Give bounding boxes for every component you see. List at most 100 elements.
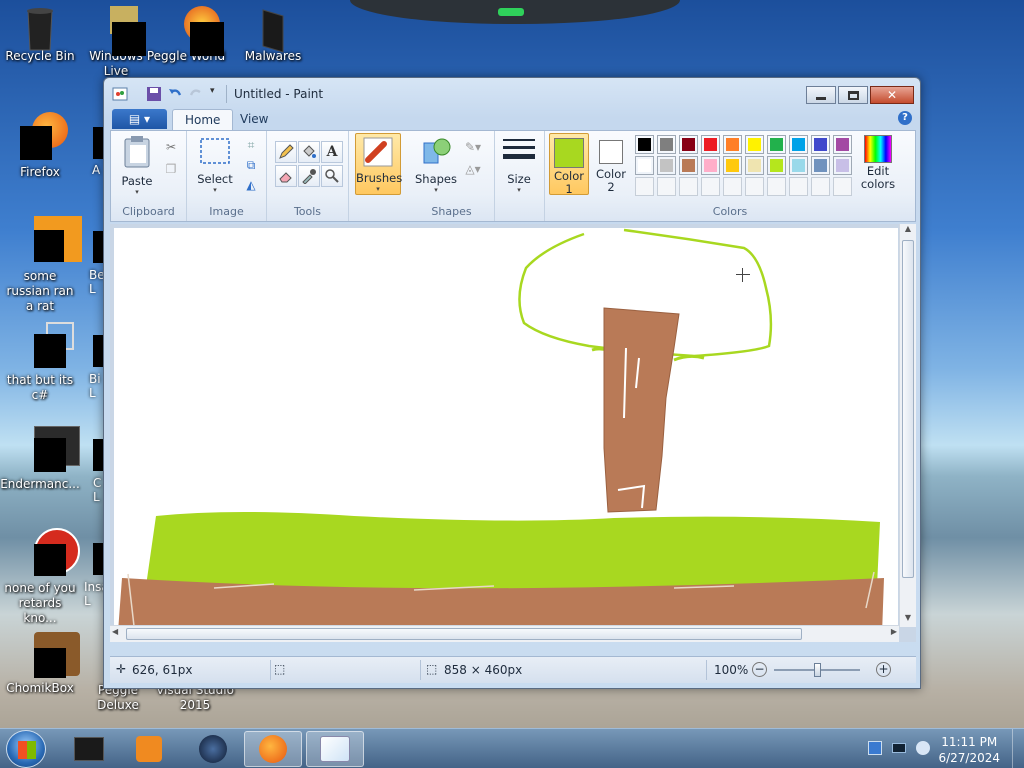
start-button[interactable] — [6, 730, 46, 768]
close-button[interactable]: ✕ — [870, 86, 914, 104]
select-button[interactable]: Select ▾ — [193, 135, 237, 194]
palette-swatch[interactable] — [635, 135, 654, 154]
taskbar-item-firefox[interactable] — [244, 731, 302, 767]
tray-icon[interactable] — [868, 741, 882, 755]
canvas-area[interactable]: ▲ ▼ ◀ ▶ — [110, 224, 916, 642]
maximize-button[interactable] — [838, 86, 868, 104]
vertical-scrollbar[interactable]: ▲ ▼ — [899, 224, 916, 627]
zoom-in-button[interactable]: + — [876, 662, 891, 677]
palette-swatch[interactable] — [745, 156, 764, 175]
text-icon[interactable]: A — [321, 141, 343, 163]
eraser-icon[interactable] — [275, 165, 297, 187]
palette-swatch[interactable] — [701, 156, 720, 175]
palette-swatch[interactable] — [833, 156, 852, 175]
taskbar-item-media-player[interactable] — [120, 731, 178, 767]
brushes-button[interactable]: Brushes ▾ — [355, 133, 402, 195]
desktop-icon-peggle-world[interactable]: Peggle World — [146, 6, 226, 64]
scroll-down-icon[interactable]: ▼ — [900, 613, 916, 627]
taskbar-item-paint[interactable] — [306, 731, 364, 767]
desktop-icon-firefox[interactable]: Firefox — [0, 112, 80, 180]
custom-color-slot[interactable] — [833, 177, 852, 196]
desktop-icon-windows-live[interactable]: Windows Live — [76, 6, 156, 79]
minimize-button[interactable] — [806, 86, 836, 104]
custom-color-slot[interactable] — [679, 177, 698, 196]
custom-color-slot[interactable] — [767, 177, 786, 196]
rotate-icon[interactable]: ◭ — [241, 175, 261, 195]
tab-view[interactable]: View — [228, 109, 280, 130]
taskbar-item-app[interactable] — [184, 731, 242, 767]
palette-swatch[interactable] — [723, 135, 742, 154]
palette-swatch[interactable] — [811, 135, 830, 154]
vertical-scroll-thumb[interactable] — [902, 240, 914, 578]
resize-icon[interactable]: ⧉ — [241, 155, 261, 175]
custom-color-slot[interactable] — [789, 177, 808, 196]
zoom-slider-thumb[interactable] — [814, 663, 821, 677]
palette-swatch[interactable] — [745, 135, 764, 154]
undo-icon[interactable] — [167, 86, 183, 102]
title-bar[interactable]: ▾ Untitled - Paint ✕ — [104, 78, 920, 108]
desktop-icon-recycle-bin[interactable]: Recycle Bin — [0, 6, 80, 64]
custom-color-slot[interactable] — [635, 177, 654, 196]
zoom-out-button[interactable]: − — [752, 662, 767, 677]
help-icon[interactable]: ? — [898, 111, 912, 125]
horizontal-scrollbar[interactable]: ◀ ▶ — [110, 625, 899, 642]
palette-swatch[interactable] — [657, 156, 676, 175]
clock[interactable]: 11:11 PM 6/27/2024 — [938, 734, 1000, 766]
tray-icon[interactable] — [892, 743, 906, 753]
desktop-icon-csharp[interactable]: that but its c# — [0, 322, 80, 403]
zoom-slider[interactable] — [774, 663, 860, 677]
drawing-canvas[interactable] — [114, 228, 898, 638]
customize-qat-icon[interactable]: ▾ — [210, 86, 226, 102]
desktop-icon-malwares[interactable]: Malwares — [233, 6, 313, 64]
magnifier-icon[interactable] — [321, 165, 343, 187]
color2-button[interactable]: Color 2 — [591, 133, 631, 195]
outline-icon[interactable]: ✎▾ — [463, 137, 483, 157]
palette-swatch[interactable] — [657, 135, 676, 154]
pencil-icon[interactable] — [275, 141, 297, 163]
color1-button[interactable]: Color 1 — [549, 133, 589, 196]
tray-icon[interactable] — [916, 741, 930, 755]
palette-swatch[interactable] — [833, 135, 852, 154]
custom-color-slot[interactable] — [811, 177, 830, 196]
palette-swatch[interactable] — [723, 156, 742, 175]
custom-color-slot[interactable] — [723, 177, 742, 196]
custom-color-slot[interactable] — [701, 177, 720, 196]
color-picker-icon[interactable] — [298, 165, 320, 187]
shapes-button[interactable]: Shapes ▾ — [413, 135, 459, 194]
custom-color-slot[interactable] — [745, 177, 764, 196]
palette-swatch[interactable] — [635, 156, 654, 175]
desktop-icon-endermanch[interactable]: Endermanc... — [0, 426, 80, 492]
paste-button[interactable]: Paste ▾ — [117, 135, 157, 196]
custom-color-slot[interactable] — [657, 177, 676, 196]
file-menu-button[interactable]: ▤ ▾ — [112, 109, 167, 129]
palette-swatch[interactable] — [767, 135, 786, 154]
palette-swatch[interactable] — [701, 135, 720, 154]
palette-swatch[interactable] — [789, 156, 808, 175]
size-button[interactable]: Size ▾ — [499, 137, 539, 194]
taskbar-item-explorer[interactable] — [60, 731, 118, 767]
paint-window[interactable]: ▾ Untitled - Paint ✕ ▤ ▾ Home View ? Pas… — [103, 77, 921, 689]
palette-swatch[interactable] — [767, 156, 786, 175]
shape-fill-icon[interactable]: ◬▾ — [463, 159, 483, 179]
redo-icon[interactable] — [188, 86, 204, 102]
show-desktop-button[interactable] — [1012, 729, 1024, 768]
cut-icon[interactable]: ✂ — [161, 137, 181, 157]
fill-icon[interactable] — [298, 141, 320, 163]
horizontal-scroll-thumb[interactable] — [126, 628, 802, 640]
tab-home[interactable]: Home — [172, 109, 234, 130]
copy-icon[interactable]: ❐ — [161, 159, 181, 179]
palette-swatch[interactable] — [679, 156, 698, 175]
paint-app-icon[interactable] — [112, 86, 128, 102]
desktop-icon-none-of-you[interactable]: none of you retards kno... — [0, 528, 80, 626]
save-icon[interactable] — [146, 86, 162, 102]
palette-swatch[interactable] — [679, 135, 698, 154]
desktop-icon-russian[interactable]: some russian ran a rat — [0, 216, 82, 314]
scroll-up-icon[interactable]: ▲ — [900, 224, 916, 238]
palette-swatch[interactable] — [789, 135, 808, 154]
palette-swatch[interactable] — [811, 156, 830, 175]
edit-colors-button[interactable]: Edit colors — [855, 135, 901, 191]
crop-icon[interactable]: ⌗ — [241, 135, 261, 155]
scroll-left-icon[interactable]: ◀ — [112, 627, 118, 636]
desktop-icon-chomikbox[interactable]: ChomikBox — [0, 632, 80, 696]
scroll-right-icon[interactable]: ▶ — [891, 627, 897, 636]
